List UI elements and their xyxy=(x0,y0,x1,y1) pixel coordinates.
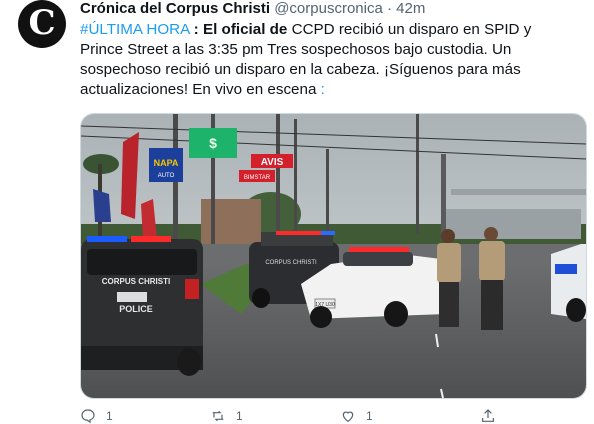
tweet[interactable]: C Crónica del Corpus Christi @corpuscron… xyxy=(0,0,594,424)
tweet-actions: 1 1 1 xyxy=(80,408,585,424)
share-icon xyxy=(482,409,494,422)
tweet-text: #ÚLTIMA HORA : El oficial de CCPD recibi… xyxy=(80,20,575,100)
tweet-header: Crónica del Corpus Christi @corpuscronic… xyxy=(80,0,425,18)
retweet-button[interactable]: 1 xyxy=(210,408,243,424)
napa-sub-sign: AUTO xyxy=(158,173,175,179)
author-name[interactable]: Crónica del Corpus Christi xyxy=(80,0,270,17)
avatar-letter: C xyxy=(28,3,56,43)
hashtag-link[interactable]: #ÚLTIMA HORA xyxy=(80,21,189,38)
heart-icon xyxy=(342,411,354,423)
mid-car-text: CORPUS CHRISTI xyxy=(265,260,317,266)
napa-sign: NAPA xyxy=(154,158,179,168)
police-scene-photo: NAPA AUTO $ AVIS BIMSTAR CORPUS CHRISTI xyxy=(81,114,586,398)
share-button[interactable] xyxy=(480,408,496,424)
tweet-photo[interactable]: NAPA AUTO $ AVIS BIMSTAR CORPUS CHRISTI xyxy=(80,113,587,399)
retweet-icon xyxy=(212,410,224,422)
separator: · xyxy=(386,0,392,17)
reply-button[interactable]: 1 xyxy=(80,408,113,424)
colon: : xyxy=(193,21,199,38)
like-button[interactable]: 1 xyxy=(340,408,373,424)
avatar[interactable]: C xyxy=(18,0,66,48)
timestamp[interactable]: 42m xyxy=(396,0,425,17)
green-sign: $ xyxy=(209,135,217,151)
author-handle[interactable]: @corpuscronica xyxy=(274,0,383,17)
bold-text: El oficial de xyxy=(202,21,288,38)
trailing-colon: : xyxy=(320,81,325,98)
avis-sign: AVIS xyxy=(261,157,284,168)
left-car-police: POLICE xyxy=(119,304,153,314)
reply-icon xyxy=(81,409,95,424)
left-car-text: CORPUS CHRISTI xyxy=(102,277,170,286)
rental-sign: BIMSTAR xyxy=(244,175,271,181)
